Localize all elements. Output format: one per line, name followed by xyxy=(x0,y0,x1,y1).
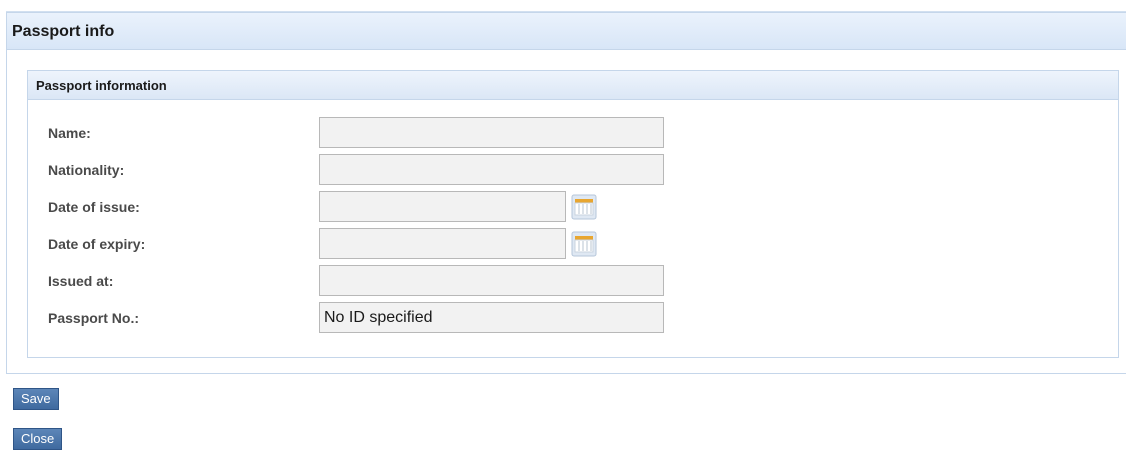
name-field[interactable] xyxy=(319,117,664,148)
fieldset-title: Passport information xyxy=(28,71,1118,100)
date-of-issue-field[interactable] xyxy=(319,191,566,222)
name-label: Name: xyxy=(48,125,91,141)
calendar-icon[interactable] xyxy=(571,231,597,257)
passport-info-panel: Passport info Passport information Name:… xyxy=(6,12,1126,374)
row-issued-at: Issued at: xyxy=(28,265,1118,297)
date-of-expiry-label: Date of expiry: xyxy=(48,236,146,252)
passport-information-fieldset: Passport information Name: Nationality: … xyxy=(27,70,1119,358)
panel-title: Passport info xyxy=(7,13,1126,50)
nationality-label: Nationality: xyxy=(48,162,125,178)
date-of-expiry-field[interactable] xyxy=(319,228,566,259)
nationality-field[interactable] xyxy=(319,154,664,185)
row-name: Name: xyxy=(28,117,1118,149)
close-button[interactable]: Close xyxy=(13,428,63,450)
row-date-of-expiry: Date of expiry: xyxy=(28,228,1118,260)
calendar-icon[interactable] xyxy=(571,194,597,220)
row-passport-no: Passport No.: xyxy=(28,302,1118,334)
issued-at-field[interactable] xyxy=(319,265,664,296)
save-button[interactable]: Save xyxy=(13,388,59,410)
passport-no-label: Passport No.: xyxy=(48,310,140,326)
passport-no-field[interactable] xyxy=(319,302,664,333)
issued-at-label: Issued at: xyxy=(48,273,114,289)
row-date-of-issue: Date of issue: xyxy=(28,191,1118,223)
row-nationality: Nationality: xyxy=(28,154,1118,186)
date-of-issue-label: Date of issue: xyxy=(48,199,140,215)
